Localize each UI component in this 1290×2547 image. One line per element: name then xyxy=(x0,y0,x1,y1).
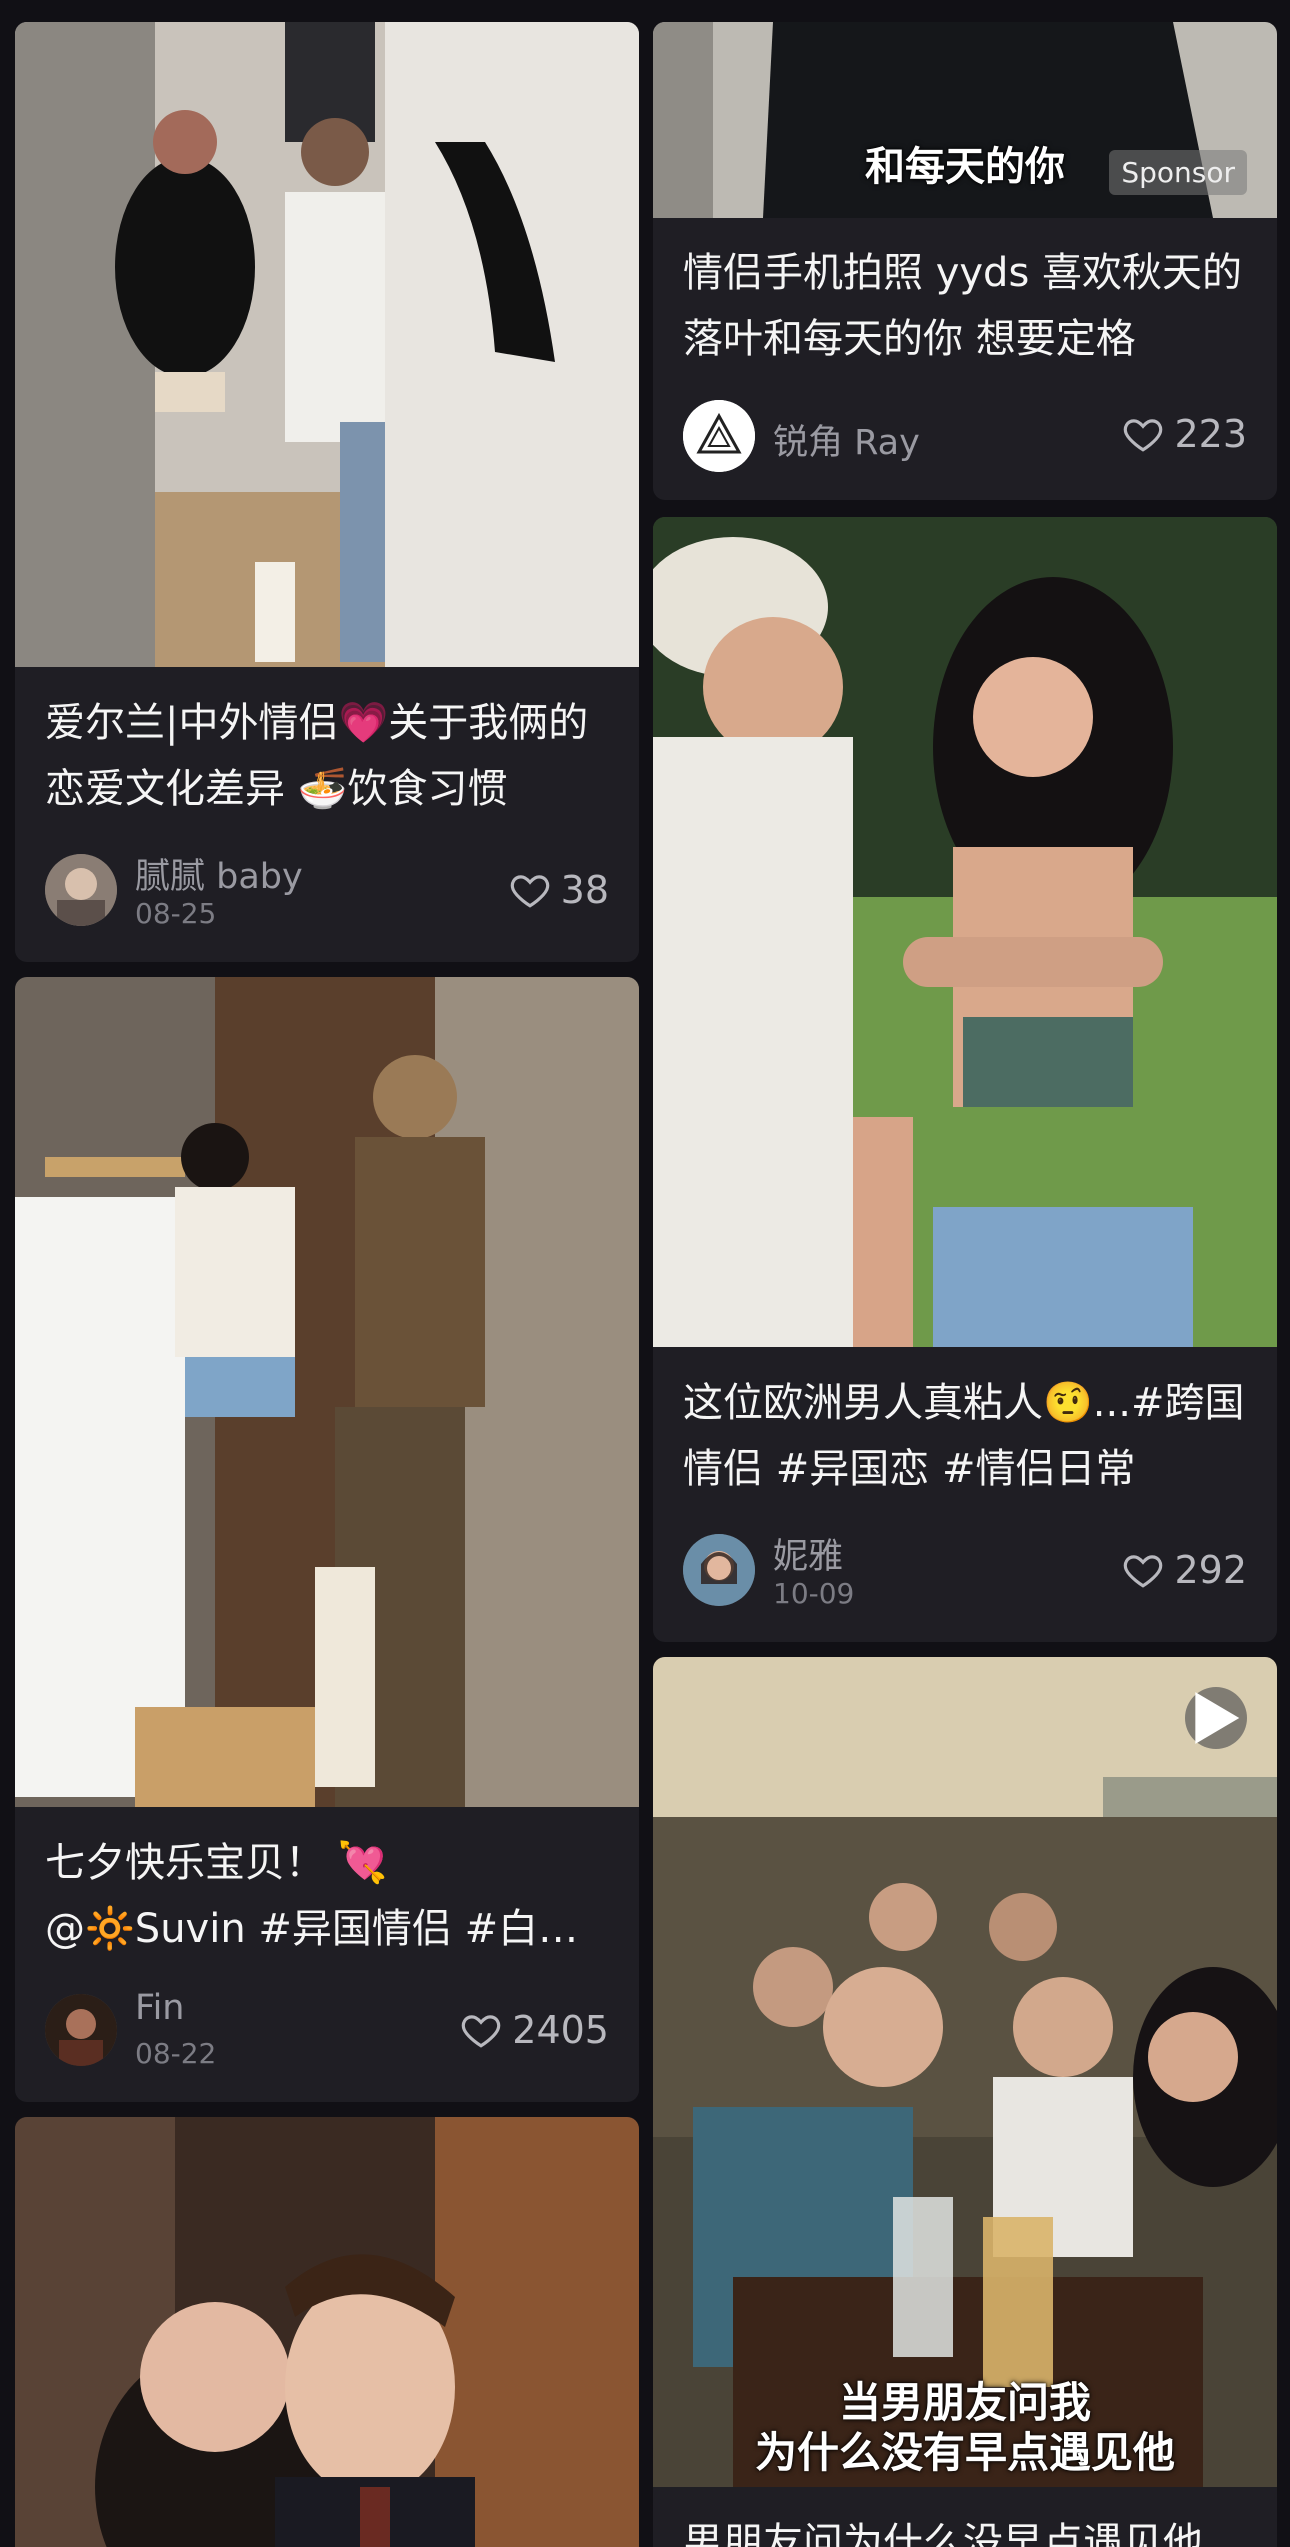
feed-card[interactable]: 爱尔兰|中外情侣💗关于我俩的恋爱文化差异 🍜饮食习惯 腻腻 baby 08-25… xyxy=(15,22,639,962)
video-thumbnail[interactable]: 当男朋友问我 为什么没有早点遇见他 xyxy=(653,1657,1277,2487)
card-photo[interactable] xyxy=(15,22,639,667)
like-button[interactable]: 223 xyxy=(1122,412,1247,456)
heart-outline-icon xyxy=(1124,1555,1163,1588)
author-avatar[interactable] xyxy=(45,1994,117,2066)
feed-card[interactable] xyxy=(15,2117,639,2547)
card-photo[interactable] xyxy=(15,977,639,1807)
like-count: 38 xyxy=(560,868,609,912)
like-button[interactable]: 292 xyxy=(1122,1548,1247,1592)
card-title[interactable]: 这位欧洲男人真粘人🤨...#跨国情侣 #异国恋 #情侣日常 xyxy=(683,1370,1247,1502)
heart-outline-icon xyxy=(510,875,549,908)
like-count: 292 xyxy=(1174,1548,1247,1592)
heart-outline-icon xyxy=(1124,419,1163,452)
feed-card[interactable]: 这位欧洲男人真粘人🤨...#跨国情侣 #异国恋 #情侣日常 妮雅 10-09 2… xyxy=(653,517,1277,1642)
feed-card[interactable]: 七夕快乐宝贝！ 💘 @🔆Suvin #异国情侣 #白人男友 Fin 08-22 … xyxy=(15,977,639,2102)
card-title[interactable]: 男朋友问为什么没早点遇见他 xyxy=(683,2510,1247,2547)
feed-card[interactable]: 当男朋友问我 为什么没有早点遇见他 男朋友问为什么没早点遇见他 xyxy=(653,1657,1277,2547)
like-button[interactable]: 38 xyxy=(509,868,609,912)
author-name[interactable]: 妮雅 xyxy=(773,1528,843,1579)
card-title[interactable]: 情侣手机拍照 yyds 喜欢秋天的落叶和每天的你 想要定格 xyxy=(683,240,1247,372)
author-avatar[interactable] xyxy=(683,400,755,472)
author-avatar[interactable] xyxy=(683,1534,755,1606)
post-date: 10-09 xyxy=(773,1577,855,1610)
author-name[interactable]: 锐角 Ray xyxy=(773,414,920,465)
heart-outline-icon xyxy=(462,2015,501,2048)
author-name[interactable]: 腻腻 baby xyxy=(135,848,303,899)
play-icon[interactable] xyxy=(1185,1687,1247,1749)
card-photo[interactable] xyxy=(653,517,1277,1347)
card-photo[interactable]: 和每天的你 Sponsor xyxy=(653,22,1277,218)
card-title[interactable]: 爱尔兰|中外情侣💗关于我俩的恋爱文化差异 🍜饮食习惯 xyxy=(45,690,609,822)
card-title[interactable]: 七夕快乐宝贝！ 💘 @🔆Suvin #异国情侣 #白人男友 xyxy=(45,1830,609,1962)
sponsor-badge: Sponsor xyxy=(1109,150,1247,195)
post-date: 08-22 xyxy=(135,2037,217,2070)
like-count: 2405 xyxy=(512,2008,609,2052)
feed-card[interactable]: 和每天的你 Sponsor 情侣手机拍照 yyds 喜欢秋天的落叶和每天的你 想… xyxy=(653,22,1277,500)
author-name[interactable]: Fin xyxy=(135,1988,185,2028)
like-count: 223 xyxy=(1174,412,1247,456)
like-button[interactable]: 2405 xyxy=(460,2008,609,2052)
photo-caption-overlay: 为什么没有早点遇见他 xyxy=(754,2428,1175,2477)
author-avatar[interactable] xyxy=(45,854,117,926)
post-date: 08-25 xyxy=(135,897,217,930)
card-photo[interactable] xyxy=(15,2117,639,2547)
